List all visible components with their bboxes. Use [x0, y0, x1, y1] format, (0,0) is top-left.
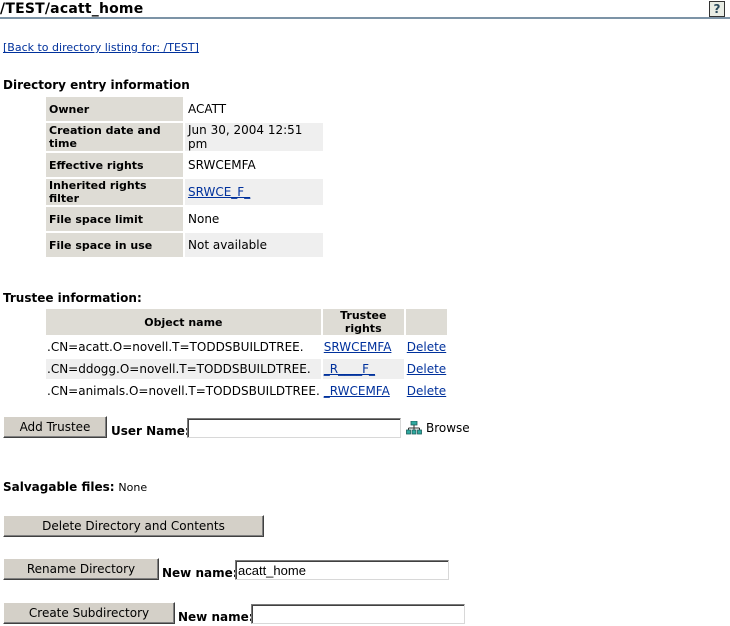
trustee-row: .CN=ddogg.O=novell.T=TODDSBUILDTREE. _R_…: [46, 359, 447, 379]
trustee-action-cell: Delete: [406, 337, 447, 357]
help-icon[interactable]: ?: [709, 1, 725, 17]
subdirectory-new-name-input[interactable]: [251, 604, 465, 624]
trustee-action-cell: Delete: [406, 359, 447, 379]
info-value: Not available: [185, 233, 323, 257]
info-value: SRWCEMFA: [188, 158, 256, 172]
info-row-inherited-rights: Inherited rights filter SRWCE_F_: [46, 179, 323, 205]
trustee-rights-link[interactable]: SRWCEMFA: [324, 340, 392, 354]
info-row-file-space-in-use: File space in use Not available: [46, 233, 323, 257]
salvagable-files-value: None: [118, 481, 148, 494]
trustee-rights-cell: _R____F_: [322, 359, 404, 379]
trustee-rights-link[interactable]: _RWCEMFA: [324, 384, 390, 398]
info-row-creation-date: Creation date and time Jun 30, 2004 12:5…: [46, 123, 323, 151]
info-label: Effective rights: [46, 153, 183, 177]
column-header-trustee-rights: Trustee rights: [322, 309, 404, 335]
trustee-row: .CN=animals.O=novell.T=TODDSBUILDTREE. _…: [46, 381, 447, 401]
info-value: Jun 30, 2004 12:51 pm: [185, 123, 323, 151]
create-subdirectory-button[interactable]: Create Subdirectory: [3, 602, 175, 624]
trustee-object-name: .CN=ddogg.O=novell.T=TODDSBUILDTREE.: [46, 359, 321, 379]
delete-trustee-link[interactable]: Delete: [407, 340, 446, 354]
title-bar: /TEST/acatt_home ?: [0, 0, 730, 19]
column-header-object-name: Object name: [46, 309, 321, 335]
info-label: Owner: [46, 97, 183, 121]
column-header-actions: [405, 309, 448, 335]
user-name-label: User Name:: [111, 424, 190, 438]
trustee-rights-link[interactable]: _R____F_: [324, 362, 375, 376]
rename-new-name-input[interactable]: [235, 560, 449, 580]
trustee-info-heading: Trustee information:: [3, 291, 142, 305]
rename-new-name-label: New name:: [162, 566, 238, 580]
subdirectory-new-name-label: New name:: [178, 610, 254, 624]
delete-directory-button[interactable]: Delete Directory and Contents: [3, 515, 264, 537]
info-label: File space limit: [46, 207, 183, 231]
add-trustee-button[interactable]: Add Trustee: [3, 416, 107, 438]
browse-button[interactable]: Browse: [406, 421, 470, 435]
info-value-cell: SRWCE_F_: [185, 179, 323, 205]
salvagable-files: Salvagable files: None: [3, 480, 147, 494]
page-title: /TEST/acatt_home: [0, 1, 144, 17]
trustee-row: .CN=acatt.O=novell.T=TODDSBUILDTREE. SRW…: [46, 337, 447, 357]
info-row-owner: Owner ACATT: [46, 97, 323, 121]
delete-trustee-link[interactable]: Delete: [407, 384, 446, 398]
back-to-directory-link[interactable]: [Back to directory listing for: /TEST]: [3, 41, 199, 54]
trustee-table: Object name Trustee rights .CN=acatt.O=n…: [44, 307, 449, 403]
trustee-table-header: Object name Trustee rights: [46, 309, 448, 335]
info-label: Inherited rights filter: [46, 179, 183, 205]
rename-directory-button[interactable]: Rename Directory: [3, 558, 159, 580]
user-name-input[interactable]: [187, 418, 401, 438]
info-label: Creation date and time: [46, 123, 183, 151]
browse-label: Browse: [426, 421, 470, 435]
delete-trustee-link[interactable]: Delete: [407, 362, 446, 376]
info-label: File space in use: [46, 233, 183, 257]
directory-info-heading: Directory entry information: [3, 78, 190, 92]
info-row-effective-rights: Effective rights SRWCEMFA: [46, 153, 323, 177]
info-value: ACATT: [188, 102, 227, 116]
trustee-object-name: .CN=animals.O=novell.T=TODDSBUILDTREE.: [47, 384, 320, 398]
trustee-action-cell: Delete: [406, 381, 447, 401]
trustee-rights-cell: _RWCEMFA: [323, 381, 404, 401]
tree-icon: [406, 421, 422, 435]
directory-info-table: Owner ACATT Creation date and time Jun 3…: [44, 95, 325, 259]
info-row-file-space-limit: File space limit None: [46, 207, 323, 231]
inherited-rights-filter-link[interactable]: SRWCE_F_: [188, 185, 250, 199]
trustee-object-name: .CN=acatt.O=novell.T=TODDSBUILDTREE.: [47, 340, 304, 354]
salvagable-files-label: Salvagable files:: [3, 480, 115, 494]
info-value: None: [188, 212, 220, 226]
trustee-rights-cell: SRWCEMFA: [323, 337, 404, 357]
